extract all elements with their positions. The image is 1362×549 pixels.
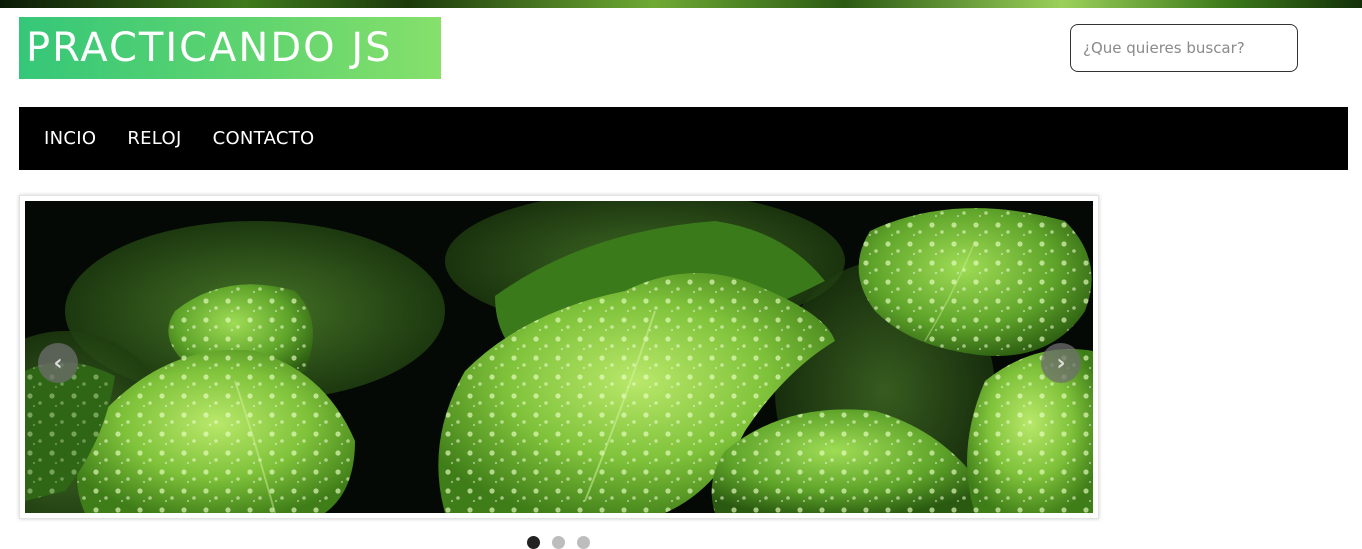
- carousel-indicators: [527, 536, 590, 549]
- leaves-photo: [25, 201, 1093, 513]
- logo-text: PRACTICANDO JS: [26, 25, 393, 71]
- carousel-dot-2[interactable]: [552, 536, 565, 549]
- image-carousel: ‹ ›: [19, 195, 1099, 519]
- search-input[interactable]: [1070, 24, 1298, 72]
- nav-item-contacto[interactable]: CONTACTO: [213, 128, 315, 149]
- nav-item-inicio[interactable]: INCIO: [44, 128, 96, 149]
- nav-item-reloj[interactable]: RELOJ: [127, 128, 181, 149]
- carousel-dot-3[interactable]: [577, 536, 590, 549]
- carousel-next-button[interactable]: ›: [1041, 343, 1081, 383]
- carousel-dot-1[interactable]: [527, 536, 540, 549]
- chevron-right-icon: ›: [1056, 350, 1066, 376]
- site-logo[interactable]: PRACTICANDO JS: [19, 17, 441, 79]
- slide-image: ‹ ›: [25, 201, 1093, 513]
- chevron-left-icon: ‹: [53, 350, 63, 376]
- main-nav: INCIO RELOJ CONTACTO: [19, 107, 1348, 170]
- carousel-prev-button[interactable]: ‹: [38, 343, 78, 383]
- top-banner-strip: [0, 0, 1362, 8]
